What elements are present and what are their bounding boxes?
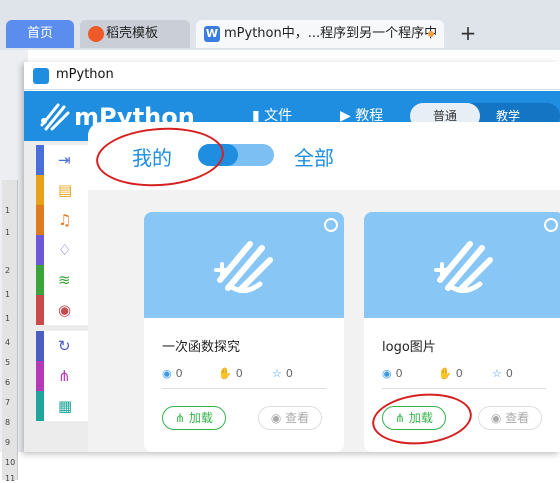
card-thumbnail <box>364 212 560 318</box>
star-icon: ☆ <box>492 367 502 380</box>
tab-label: 稻壳模板 <box>106 26 159 41</box>
views-count: ◉ 0 <box>162 367 183 380</box>
wps-icon: W <box>204 26 220 42</box>
eye-icon: ◉ <box>382 367 392 380</box>
view-button[interactable]: ◉ 查看 <box>258 406 322 430</box>
likes-value: 0 <box>455 367 463 380</box>
card-title: 一次函数探究 <box>162 340 241 355</box>
display-icon: ▤ <box>58 181 73 199</box>
new-tab-button[interactable]: + <box>456 22 480 46</box>
category-math[interactable]: ▦ <box>36 391 88 421</box>
load-button[interactable]: ⋔ 加载 <box>162 406 226 430</box>
card-divider <box>382 388 546 389</box>
category-loop[interactable]: ↻ <box>36 331 88 361</box>
wifi-icon: ≋ <box>58 271 71 289</box>
mpython-logo-icon <box>214 241 273 293</box>
category-display[interactable]: ▤ <box>36 175 88 205</box>
likes-count: ✋ 0 <box>438 367 463 380</box>
views-value: 0 <box>175 367 183 380</box>
ruler-number: 7 <box>5 398 11 407</box>
bulb-icon: ♢ <box>58 241 72 259</box>
thumbs-up-icon: ✋ <box>218 367 232 380</box>
thumbs-up-icon: ✋ <box>438 367 452 380</box>
card-title: logo图片 <box>382 340 436 355</box>
ruler-number: 11 <box>5 474 16 483</box>
mpython-logo-icon <box>434 241 493 293</box>
ruler-number: 10 <box>5 458 16 467</box>
eye-icon: ◉ <box>270 411 286 425</box>
block-category-palette: ⇥ ▤ ♫ ♢ ≋ ◉ ↻ ⋔ ▦ <box>24 141 88 452</box>
loop-icon: ↻ <box>58 337 71 355</box>
gear-icon[interactable] <box>544 218 558 232</box>
category-light[interactable]: ♢ <box>36 235 88 265</box>
project-card[interactable]: 一次函数探究 ◉ 0 ✋ 0 ☆ 0 ⋔ 加载 ◉ 查看 <box>144 212 344 452</box>
ruler-number: 1 <box>5 290 11 299</box>
category-io[interactable]: ⇥ <box>36 145 88 175</box>
view-button-label: 查看 <box>505 411 530 425</box>
stars-count: ☆ 0 <box>492 367 513 380</box>
window-title: mPython <box>56 67 114 82</box>
likes-count: ✋ 0 <box>218 367 243 380</box>
ruler-number: 6 <box>5 378 11 387</box>
ruler-number: 1 <box>5 314 11 323</box>
tab-docer-templates[interactable]: 稻壳模板 <box>80 20 190 48</box>
eye-icon: ◉ <box>490 411 506 425</box>
tree-icon: ⋔ <box>58 367 71 385</box>
stars-count: ☆ 0 <box>272 367 293 380</box>
category-music[interactable]: ♫ <box>36 205 88 235</box>
gear-icon[interactable] <box>324 218 338 232</box>
tab-home[interactable]: 首页 <box>6 20 74 48</box>
views-count: ◉ 0 <box>382 367 403 380</box>
likes-value: 0 <box>235 367 243 380</box>
filter-all-label[interactable]: 全部 <box>294 142 334 171</box>
ruler-number: 2 <box>5 266 11 275</box>
eye-icon: ◉ <box>162 367 172 380</box>
sign-in-icon: ⇥ <box>58 151 71 169</box>
radio-icon: ◉ <box>58 301 72 319</box>
mpython-logo-icon <box>40 103 70 131</box>
stars-value: 0 <box>285 367 293 380</box>
ruler-number: 1 <box>5 228 11 237</box>
ruler-number: 4 <box>5 338 11 347</box>
ruler-number: 8 <box>5 418 11 427</box>
hierarchy-icon: ⋔ <box>175 411 189 425</box>
card-thumbnail <box>144 212 344 318</box>
ruler-number: 9 <box>5 438 11 447</box>
category-logic[interactable]: ⋔ <box>36 361 88 391</box>
tab-label: mPython中，...程序到另一个程序中 <box>224 26 438 41</box>
calc-icon: ▦ <box>58 397 73 415</box>
docer-icon <box>88 26 104 42</box>
music-icon: ♫ <box>58 211 72 229</box>
mpython-app-icon <box>33 68 49 84</box>
stars-value: 0 <box>505 367 513 380</box>
window-titlebar: mPython <box>24 62 560 90</box>
category-wifi[interactable]: ≋ <box>36 265 88 295</box>
ruler-number: 1 <box>5 206 11 215</box>
category-radio[interactable]: ◉ <box>36 295 88 325</box>
unsaved-dot-icon <box>428 31 434 37</box>
views-value: 0 <box>395 367 403 380</box>
load-button-label: 加载 <box>188 411 213 425</box>
browser-tab-bar: 首页 稻壳模板 W mPython中，...程序到另一个程序中 + <box>0 0 560 50</box>
ruler-number: 5 <box>5 358 11 367</box>
view-button[interactable]: ◉ 查看 <box>478 406 542 430</box>
star-icon: ☆ <box>272 367 282 380</box>
vertical-ruler: 1 1 2 1 1 4 5 6 7 8 9 10 11 <box>2 180 18 483</box>
tab-document[interactable]: W mPython中，...程序到另一个程序中 <box>196 20 444 48</box>
card-divider <box>162 388 326 389</box>
view-button-label: 查看 <box>285 411 310 425</box>
project-grid: 一次函数探究 ◉ 0 ✋ 0 ☆ 0 ⋔ 加载 ◉ 查看 logo图片 ◉ 0 ✋ 0 ☆… <box>88 190 560 452</box>
